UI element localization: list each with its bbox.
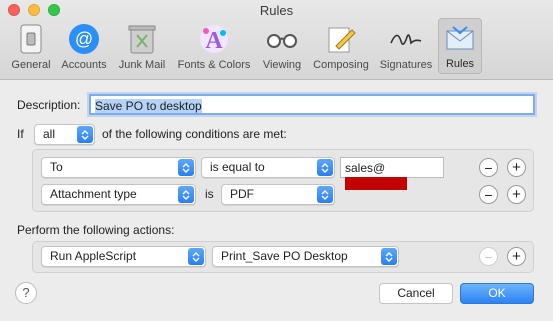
preferences-toolbar: General @ Accounts Junk Mail A Fonts & C… bbox=[6, 18, 482, 74]
description-value: Save PO to desktop bbox=[95, 99, 202, 113]
match-all-popup[interactable]: all bbox=[34, 124, 95, 145]
action-1-remove-button[interactable]: − bbox=[479, 247, 498, 266]
pencil-paper-icon bbox=[324, 22, 358, 56]
toolbar-accounts[interactable]: @ Accounts bbox=[56, 18, 112, 74]
ok-button[interactable]: OK bbox=[460, 283, 534, 304]
description-label: Description: bbox=[17, 98, 81, 112]
condition-1-operator-value: is equal to bbox=[210, 160, 265, 174]
condition-2-operator-text: is bbox=[205, 187, 214, 201]
svg-text:@: @ bbox=[75, 29, 93, 49]
popup-arrows-icon bbox=[317, 186, 333, 203]
toolbar-viewing[interactable]: Viewing bbox=[256, 18, 308, 74]
condition-1-value: sales@ bbox=[345, 161, 386, 175]
actions-label: Perform the following actions: bbox=[17, 223, 175, 237]
action-1-type-value: Run AppleScript bbox=[50, 249, 137, 263]
plus-icon: + bbox=[512, 185, 521, 203]
at-sign-icon: @ bbox=[67, 22, 101, 56]
plus-icon: + bbox=[512, 158, 521, 176]
condition-1-field-value: To bbox=[50, 160, 63, 174]
rules-envelope-icon bbox=[443, 21, 477, 55]
minus-icon: − bbox=[484, 159, 493, 176]
popup-arrows-icon bbox=[77, 126, 93, 143]
switch-icon bbox=[14, 22, 48, 56]
condition-1-remove-button[interactable]: − bbox=[479, 158, 498, 177]
toolbar-fonts-colors-label: Fonts & Colors bbox=[177, 59, 251, 71]
action-1-add-button[interactable]: + bbox=[507, 247, 526, 266]
condition-2-field-value: Attachment type bbox=[50, 187, 137, 201]
condition-2-remove-button[interactable]: − bbox=[479, 185, 498, 204]
toolbar-signatures[interactable]: Signatures bbox=[374, 18, 438, 74]
trash-can-icon bbox=[125, 22, 159, 56]
question-icon: ? bbox=[22, 285, 30, 300]
description-field[interactable]: Save PO to desktop bbox=[89, 94, 535, 115]
popup-arrows-icon bbox=[178, 186, 194, 203]
popup-arrows-icon bbox=[188, 248, 204, 265]
condition-2-field-popup[interactable]: Attachment type bbox=[41, 184, 196, 205]
toolbar-rules[interactable]: Rules bbox=[438, 18, 482, 74]
condition-2-value: PDF bbox=[230, 187, 254, 201]
action-1-script-popup[interactable]: Print_Save PO Desktop bbox=[212, 246, 399, 267]
toolbar-general-label: General bbox=[11, 59, 51, 71]
color-a-icon: A bbox=[197, 22, 231, 56]
redacted-block bbox=[345, 177, 407, 190]
help-button[interactable]: ? bbox=[15, 282, 37, 304]
signature-icon bbox=[389, 22, 423, 56]
popup-arrows-icon bbox=[381, 248, 397, 265]
match-all-value: all bbox=[43, 127, 56, 141]
popup-arrows-icon bbox=[178, 159, 194, 176]
minus-icon: − bbox=[484, 248, 493, 265]
conditions-suffix: of the following conditions are met: bbox=[102, 127, 287, 141]
toolbar-viewing-label: Viewing bbox=[262, 59, 302, 71]
plus-icon: + bbox=[512, 247, 521, 265]
title-bar: Rules General @ Accounts Junk Mail A Fon… bbox=[0, 0, 553, 80]
condition-2-value-popup[interactable]: PDF bbox=[221, 184, 335, 205]
condition-1-add-button[interactable]: + bbox=[507, 158, 526, 177]
condition-1-field-popup[interactable]: To bbox=[41, 157, 196, 178]
toolbar-junk-mail-label: Junk Mail bbox=[118, 59, 166, 71]
condition-1-value-field[interactable]: sales@ bbox=[340, 157, 444, 190]
popup-arrows-icon bbox=[317, 159, 333, 176]
toolbar-junk-mail[interactable]: Junk Mail bbox=[112, 18, 172, 74]
toolbar-general[interactable]: General bbox=[6, 18, 56, 74]
toolbar-signatures-label: Signatures bbox=[379, 59, 433, 71]
condition-2-add-button[interactable]: + bbox=[507, 185, 526, 204]
condition-1-operator-popup[interactable]: is equal to bbox=[201, 157, 335, 178]
toolbar-fonts-colors[interactable]: A Fonts & Colors bbox=[172, 18, 256, 74]
toolbar-composing-label: Composing bbox=[313, 59, 369, 71]
minus-icon: − bbox=[484, 186, 493, 203]
toolbar-rules-label: Rules bbox=[445, 58, 475, 70]
window-title: Rules bbox=[259, 3, 294, 18]
if-label: If bbox=[17, 127, 24, 141]
action-1-type-popup[interactable]: Run AppleScript bbox=[41, 246, 206, 267]
action-1-script-value: Print_Save PO Desktop bbox=[221, 249, 348, 263]
toolbar-accounts-label: Accounts bbox=[61, 59, 107, 71]
toolbar-composing[interactable]: Composing bbox=[308, 18, 374, 74]
glasses-icon bbox=[265, 22, 299, 56]
cancel-button[interactable]: Cancel bbox=[379, 283, 453, 304]
